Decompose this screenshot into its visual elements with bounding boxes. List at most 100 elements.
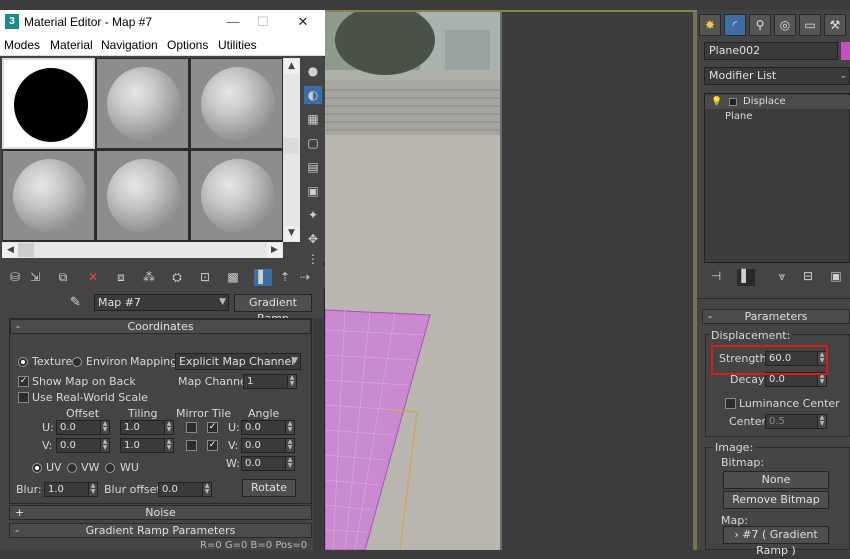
- angle-w-spinner[interactable]: 0.0 ▲ ▼: [241, 456, 295, 471]
- tile-u-checkbox[interactable]: ✓: [207, 422, 218, 433]
- modify-tab-icon[interactable]: ◜: [724, 14, 746, 36]
- configure-sets-icon[interactable]: ▣: [827, 269, 845, 286]
- tile-v-checkbox[interactable]: ✓: [207, 440, 218, 451]
- use-real-world-scale-checkbox[interactable]: [18, 392, 29, 403]
- sample-slot-5[interactable]: [96, 150, 189, 241]
- remove-modifier-icon[interactable]: ⊟: [799, 269, 817, 286]
- sample-slot-1[interactable]: [2, 58, 95, 149]
- gradient-ramp-rollout-header[interactable]: - Gradient Ramp Parameters: [9, 523, 312, 538]
- create-tab-icon[interactable]: ✸: [699, 14, 721, 36]
- show-map-on-back-checkbox[interactable]: ✓: [18, 376, 29, 387]
- map-channel-spinner[interactable]: 1 ▲ ▼: [243, 374, 297, 389]
- coordinates-rollout-header[interactable]: - Coordinates: [10, 319, 311, 334]
- scroll-left-icon[interactable]: ◀: [3, 243, 18, 258]
- make-unique-icon[interactable]: ⩔: [773, 269, 791, 286]
- spinner-arrows-icon[interactable]: ▲ ▼: [88, 483, 97, 496]
- menu-utilities[interactable]: Utilities: [218, 38, 257, 52]
- modifier-list-dropdown[interactable]: Modifier List ⌄: [704, 67, 850, 85]
- menu-navigation[interactable]: Navigation: [101, 38, 158, 52]
- scroll-up-icon[interactable]: ▲: [284, 59, 299, 74]
- parameters-rollout-header[interactable]: - Parameters: [702, 309, 850, 324]
- stack-item-displace[interactable]: 💡 Displace: [705, 95, 850, 109]
- map-type-button[interactable]: Gradient Ramp: [234, 294, 312, 325]
- reset-map-icon[interactable]: ✕: [84, 269, 102, 286]
- object-color-swatch[interactable]: [841, 42, 850, 60]
- menu-material[interactable]: Material: [50, 38, 93, 52]
- backlight-icon[interactable]: ◐: [304, 86, 322, 104]
- go-forward-sibling-icon[interactable]: ⇢: [296, 269, 314, 286]
- spinner-arrows-icon[interactable]: ▲ ▼: [100, 439, 109, 452]
- angle-u-spinner[interactable]: 0.0 ▲ ▼: [241, 420, 295, 435]
- blur-offset-spinner[interactable]: 0.0 ▲ ▼: [158, 482, 212, 497]
- hierarchy-tab-icon[interactable]: ⚲: [749, 14, 771, 36]
- spinner-arrows-icon[interactable]: ▲ ▼: [287, 375, 296, 388]
- sample-slot-6[interactable]: [190, 150, 283, 241]
- close-button[interactable]: ✕: [288, 12, 318, 32]
- material-id-channel-icon[interactable]: ⊡: [196, 269, 214, 286]
- scroll-thumb[interactable]: [18, 243, 34, 257]
- options-icon[interactable]: ✦: [304, 206, 322, 224]
- bitmap-none-button[interactable]: None: [723, 471, 829, 489]
- go-to-parent-icon[interactable]: ⇡: [276, 269, 294, 286]
- environ-radio[interactable]: [72, 357, 82, 367]
- assign-material-icon[interactable]: ⧉: [54, 269, 72, 286]
- sample-swatch[interactable]: [283, 138, 299, 154]
- sample-uv-tiling-icon[interactable]: ▢: [304, 134, 322, 152]
- offset-u-spinner[interactable]: 0.0 ▲ ▼: [56, 420, 110, 435]
- get-material-icon[interactable]: ⛁: [6, 269, 24, 286]
- lightbulb-icon[interactable]: 💡: [711, 95, 722, 109]
- show-end-result-icon[interactable]: ▌: [737, 269, 755, 286]
- video-color-check-icon[interactable]: ▤: [304, 158, 322, 176]
- luminance-center-checkbox[interactable]: [725, 398, 736, 409]
- spinner-arrows-icon[interactable]: ▲ ▼: [164, 439, 173, 452]
- menu-modes[interactable]: Modes: [4, 38, 40, 52]
- utilities-tab-icon[interactable]: ⚒: [824, 14, 846, 36]
- map-name-dropdown[interactable]: Map #7 ▼: [94, 294, 229, 311]
- slots-horizontal-scrollbar[interactable]: ◀ ▶: [2, 242, 283, 258]
- rotate-button[interactable]: Rotate: [242, 479, 296, 497]
- menu-options[interactable]: Options: [167, 38, 208, 52]
- spinner-arrows-icon[interactable]: ▲ ▼: [164, 421, 173, 434]
- wu-radio[interactable]: [105, 463, 115, 473]
- map-button[interactable]: › #7 ( Gradient Ramp ): [723, 526, 829, 557]
- scroll-right-icon[interactable]: ▶: [267, 243, 282, 258]
- show-shaded-icon[interactable]: ▩: [224, 269, 242, 286]
- uv-radio[interactable]: [32, 463, 42, 473]
- spinner-arrows-icon[interactable]: ▲ ▼: [100, 421, 109, 434]
- mapping-dropdown[interactable]: Explicit Map Channel ▼: [175, 353, 301, 370]
- tiling-u-spinner[interactable]: 1.0 ▲ ▼: [120, 420, 174, 435]
- mirror-u-checkbox[interactable]: [186, 422, 197, 433]
- put-to-scene-icon[interactable]: ⇲: [26, 269, 44, 286]
- show-end-result-icon[interactable]: ▌: [254, 269, 272, 286]
- texture-radio[interactable]: [18, 357, 28, 367]
- center-spinner[interactable]: 0.5 ▲ ▼: [765, 414, 827, 429]
- select-by-material-icon[interactable]: ✥: [304, 230, 322, 248]
- copy-material-icon[interactable]: ⧈: [112, 269, 130, 286]
- pin-stack-icon[interactable]: ⊣: [707, 269, 725, 286]
- sample-slot-2[interactable]: [96, 58, 189, 149]
- spinner-arrows-icon[interactable]: ▲ ▼: [817, 415, 826, 428]
- mirror-v-checkbox[interactable]: [186, 440, 197, 451]
- make-unique-icon[interactable]: ⁂: [140, 269, 158, 286]
- maximize-button[interactable]: ☐: [248, 12, 278, 32]
- spinner-arrows-icon[interactable]: ▲ ▼: [285, 439, 294, 452]
- minimize-button[interactable]: —: [218, 12, 248, 32]
- object-name-field[interactable]: Plane002: [704, 42, 838, 60]
- motion-tab-icon[interactable]: ◎: [774, 14, 796, 36]
- noise-rollout-header[interactable]: + Noise: [9, 505, 312, 520]
- offset-v-spinner[interactable]: 0.0 ▲ ▼: [56, 438, 110, 453]
- toggle-icon[interactable]: [729, 98, 737, 106]
- eyedropper-icon[interactable]: ✎: [70, 295, 81, 310]
- sample-slot-4[interactable]: [2, 150, 95, 241]
- tiling-v-spinner[interactable]: 1.0 ▲ ▼: [120, 438, 174, 453]
- spinner-arrows-icon[interactable]: ▲ ▼: [285, 421, 294, 434]
- vw-radio[interactable]: [67, 463, 77, 473]
- put-to-library-icon[interactable]: ⛭: [168, 269, 186, 286]
- rollout-scrollbar[interactable]: [313, 318, 323, 550]
- viewport[interactable]: [325, 10, 693, 550]
- blur-spinner[interactable]: 1.0 ▲ ▼: [44, 482, 98, 497]
- stack-item-plane[interactable]: Plane: [705, 110, 850, 124]
- angle-v-spinner[interactable]: 0.0 ▲ ▼: [241, 438, 295, 453]
- background-icon[interactable]: ▦: [304, 110, 322, 128]
- sample-type-icon[interactable]: ●: [304, 62, 322, 80]
